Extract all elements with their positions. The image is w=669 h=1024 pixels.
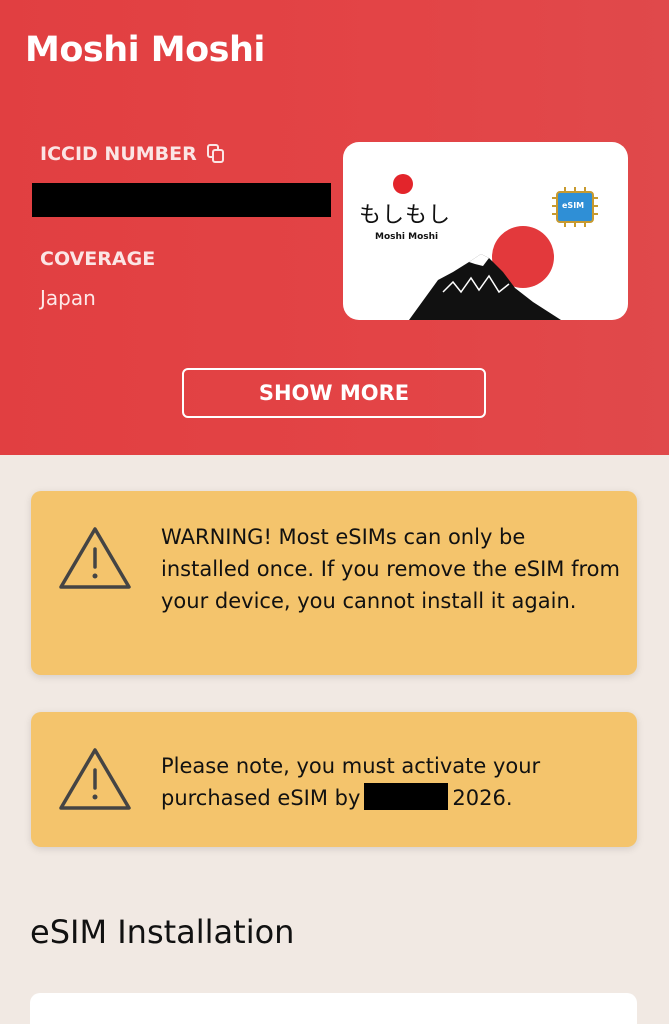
iccid-label: ICCID NUMBER	[40, 143, 227, 165]
page-title: Moshi Moshi	[25, 30, 265, 70]
esim-header: Moshi Moshi ICCID NUMBER COVERAGE Japan	[0, 0, 669, 455]
sim-card-artwork	[393, 174, 598, 320]
sim-brand-japanese: もしもし	[359, 203, 452, 228]
sim-card-image: もしもし Moshi Moshi eSIM	[343, 142, 628, 320]
warning-triangle-icon	[59, 527, 131, 589]
activation-date-redacted	[364, 783, 449, 810]
iccid-value-redacted	[32, 183, 331, 217]
copy-icon[interactable]	[205, 143, 227, 165]
coverage-label: COVERAGE	[40, 248, 156, 270]
esim-installation-card	[30, 993, 637, 1024]
coverage-value: Japan	[40, 286, 96, 310]
install-once-warning-text: WARNING! Most eSIMs can only be installe…	[161, 525, 620, 613]
warning-triangle-icon	[59, 748, 131, 810]
esim-chip-label: eSIM	[562, 201, 585, 210]
activation-deadline-text: Please note, you must activate your purc…	[161, 750, 621, 814]
show-more-button[interactable]: SHOW MORE	[182, 368, 486, 418]
iccid-label-text: ICCID NUMBER	[40, 143, 197, 165]
activation-deadline-notice: Please note, you must activate your purc…	[31, 712, 637, 847]
sim-brand-name: Moshi Moshi	[375, 232, 439, 242]
esim-installation-heading: eSIM Installation	[30, 913, 295, 951]
install-once-warning: WARNING! Most eSIMs can only be installe…	[31, 491, 637, 675]
activation-deadline-suffix: 2026.	[452, 786, 513, 810]
